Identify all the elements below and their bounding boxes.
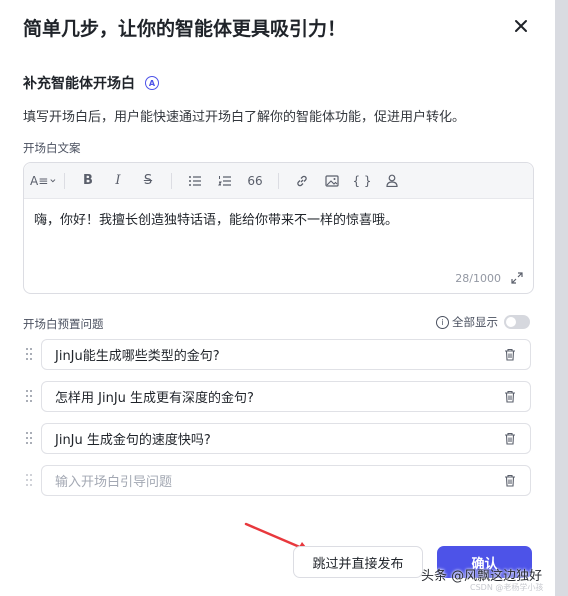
scrollbar-track[interactable] (555, 0, 568, 596)
close-icon (515, 20, 527, 32)
italic-button[interactable]: I (103, 169, 133, 193)
show-all-control: i 全部显示 (436, 314, 530, 330)
preset-questions-label: 开场白预置问题 (23, 317, 104, 331)
dialog-title: 简单几步，让你的智能体更具吸引力！ (23, 18, 347, 40)
question-row: 怎样用 JinJu 生成更有深度的金句? (23, 381, 532, 413)
question-row: 输入开场白引导问题 (23, 465, 532, 497)
image-icon (325, 174, 339, 187)
section-title-text: 补充智能体开场白 (23, 76, 135, 92)
bullet-list-icon (189, 175, 201, 186)
drag-handle-icon[interactable] (25, 431, 33, 445)
code-button[interactable]: { } (347, 169, 377, 193)
trash-icon[interactable] (504, 390, 516, 403)
description: 填写开场白后，用户能快速通过开场白了解你的智能体功能，促进用户转化。 (23, 110, 466, 125)
question-input[interactable]: JinJu能生成哪些类型的金句? (41, 339, 531, 370)
question-input[interactable]: JinJu 生成金句的速度快吗? (41, 423, 531, 454)
link-icon (297, 175, 307, 186)
expand-icon[interactable] (511, 272, 523, 284)
toolbar-divider (64, 172, 65, 189)
drag-handle-icon[interactable] (25, 347, 33, 361)
link-button[interactable] (287, 169, 317, 193)
trash-icon[interactable] (504, 348, 516, 361)
trash-icon[interactable] (504, 474, 516, 487)
trash-icon[interactable] (504, 432, 516, 445)
quote-button[interactable]: 66 (240, 169, 270, 193)
heading-icon: A≡ (30, 173, 49, 188)
bold-button[interactable]: B (73, 169, 103, 193)
watermark-sub: CSDN @老杨学小孩 (470, 583, 544, 592)
question-row: JinJu能生成哪些类型的金句? (23, 339, 532, 371)
strikethrough-button[interactable]: S (133, 169, 163, 193)
show-all-toggle[interactable] (504, 315, 530, 329)
opening-text[interactable]: 嗨，你好！我擅长创造独特话语，能给你带来不一样的惊喜哦。 (34, 209, 398, 228)
bullet-list-button[interactable] (180, 169, 210, 193)
char-count: 28/1000 (455, 272, 501, 285)
image-button[interactable] (317, 169, 347, 193)
drag-handle-icon[interactable] (25, 389, 33, 403)
ordered-list-icon (218, 175, 231, 186)
heading-button[interactable]: A≡ (30, 169, 56, 193)
editor-toolbar: A≡ B I S 66 { } (24, 163, 533, 199)
drag-handle-icon[interactable] (25, 473, 33, 487)
variable-button[interactable] (377, 169, 407, 193)
dialog: 简单几步，让你的智能体更具吸引力！ 补充智能体开场白 A 填写开场白后，用户能快… (0, 0, 555, 596)
question-input[interactable]: 怎样用 JinJu 生成更有深度的金句? (41, 381, 531, 412)
toggle-knob (506, 317, 516, 327)
show-all-label: 全部显示 (452, 315, 498, 329)
toolbar-divider (171, 172, 172, 189)
user-icon (386, 174, 398, 187)
close-button[interactable] (511, 16, 531, 36)
opening-editor[interactable]: A≡ B I S 66 { } 嗨，你好！我擅长创造独特话语，能给你带来不一样的… (23, 162, 534, 294)
ordered-list-button[interactable] (210, 169, 240, 193)
info-icon[interactable]: i (436, 315, 449, 329)
section-title: 补充智能体开场白 A (23, 73, 159, 93)
question-input-empty[interactable]: 输入开场白引导问题 (41, 465, 531, 496)
toolbar-divider (278, 172, 279, 189)
chevron-down-icon (50, 178, 56, 182)
opening-label: 开场白文案 (23, 141, 81, 155)
question-row: JinJu 生成金句的速度快吗? (23, 423, 532, 455)
ai-icon[interactable]: A (145, 76, 159, 90)
skip-and-publish-button[interactable]: 跳过并直接发布 (293, 546, 423, 578)
